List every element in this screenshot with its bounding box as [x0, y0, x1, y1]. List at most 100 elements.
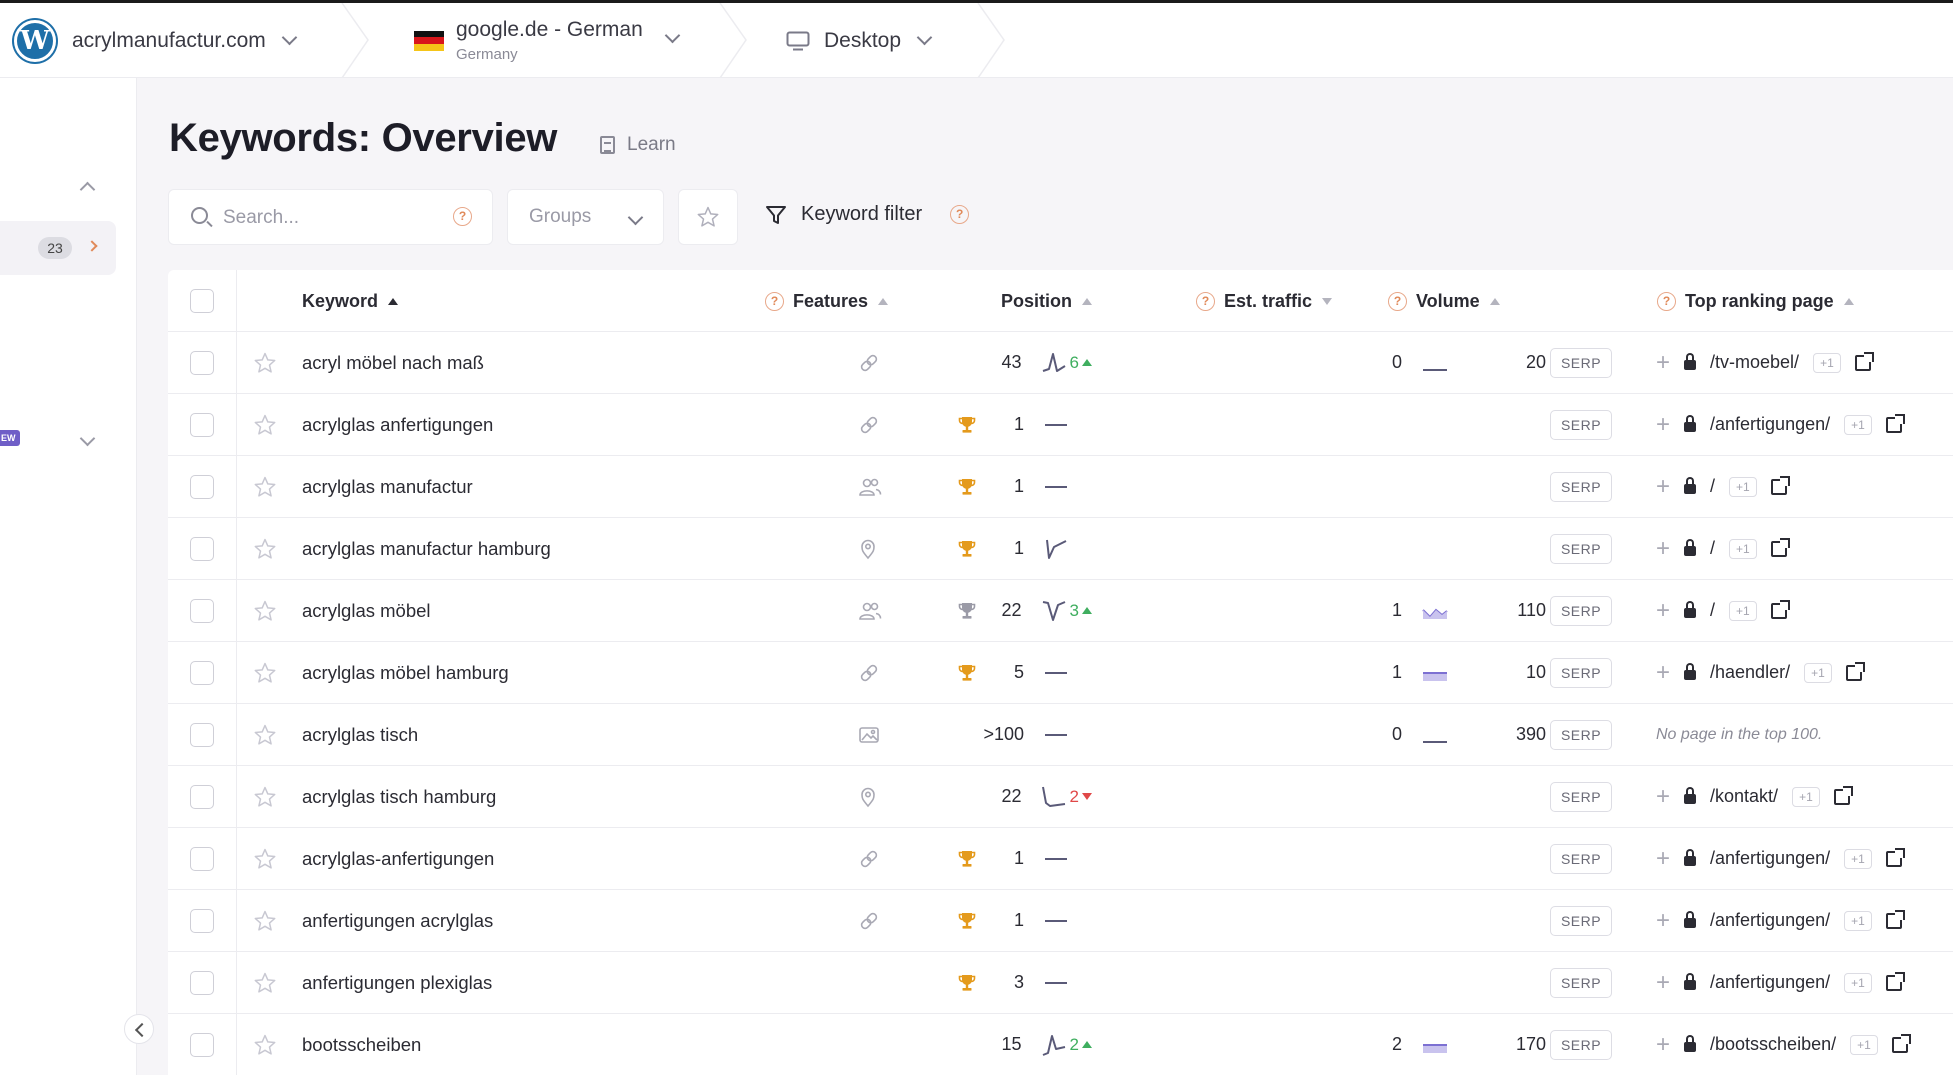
serp-button[interactable]: SERP — [1550, 905, 1612, 936]
plus-one-badge[interactable]: +1 — [1850, 1034, 1878, 1055]
favorite-star-icon[interactable] — [253, 580, 277, 641]
serp-button[interactable]: SERP — [1550, 471, 1612, 502]
keyword-text[interactable]: acrylglas manufactur — [302, 456, 473, 517]
row-checkbox[interactable] — [190, 599, 214, 623]
plus-icon[interactable]: + — [1656, 659, 1670, 687]
plus-one-badge[interactable]: +1 — [1813, 352, 1841, 373]
table-row[interactable]: anfertigungen acrylglas 1 SERP + /anfertigun… — [168, 890, 1953, 952]
keyword-text[interactable]: anfertigungen acrylglas — [302, 890, 493, 951]
external-link-icon[interactable] — [1833, 785, 1853, 805]
external-link-icon[interactable] — [1885, 413, 1905, 433]
plus-icon[interactable]: + — [1656, 411, 1670, 439]
keyword-text[interactable]: acryl möbel nach maß — [302, 332, 484, 393]
favorite-star-icon[interactable] — [253, 890, 277, 951]
header-volume[interactable]: ? Volume — [1388, 270, 1500, 332]
row-checkbox[interactable] — [190, 661, 214, 685]
serp-button[interactable]: SERP — [1550, 409, 1612, 440]
header-features[interactable]: ? Features — [765, 270, 889, 332]
row-checkbox[interactable] — [190, 1033, 214, 1057]
external-link-icon[interactable] — [1854, 351, 1874, 371]
top-page-url[interactable]: /tv-moebel/ — [1710, 352, 1799, 373]
serp-button[interactable]: SERP — [1550, 533, 1612, 564]
top-page-url[interactable]: / — [1710, 600, 1715, 621]
external-link-icon[interactable] — [1770, 599, 1790, 619]
row-checkbox[interactable] — [190, 847, 214, 871]
keyword-text[interactable]: acrylglas anfertigungen — [302, 394, 493, 455]
external-link-icon[interactable] — [1885, 847, 1905, 867]
favorite-star-icon[interactable] — [253, 704, 277, 765]
favorite-star-icon[interactable] — [253, 332, 277, 393]
top-page-url[interactable]: /anfertigungen/ — [1710, 414, 1830, 435]
help-icon[interactable]: ? — [1388, 291, 1407, 311]
table-row[interactable]: acrylglas tisch >100 0 390 SERP No page in th… — [168, 704, 1953, 766]
help-icon[interactable]: ? — [765, 291, 784, 311]
top-page-url[interactable]: / — [1710, 538, 1715, 559]
plus-one-badge[interactable]: +1 — [1729, 476, 1757, 497]
favorite-star-icon[interactable] — [253, 394, 277, 455]
table-row[interactable]: acrylglas manufactur hamburg 1 SERP + / +1 — [168, 518, 1953, 580]
top-page-url[interactable]: /bootsscheiben/ — [1710, 1034, 1836, 1055]
row-checkbox[interactable] — [190, 537, 214, 561]
chevron-down-icon[interactable] — [79, 430, 96, 447]
site-selector[interactable]: W acrylmanufactur.com — [14, 3, 298, 78]
help-icon[interactable]: ? — [950, 205, 970, 224]
favorite-star-icon[interactable] — [253, 952, 277, 1013]
external-link-icon[interactable] — [1845, 661, 1865, 681]
keyword-text[interactable]: bootsscheiben — [302, 1014, 421, 1075]
favorite-star-icon[interactable] — [253, 518, 277, 579]
keyword-filter-button[interactable]: Keyword filter ? — [765, 203, 970, 226]
serp-button[interactable]: SERP — [1550, 967, 1612, 998]
plus-one-badge[interactable]: +1 — [1844, 414, 1872, 435]
serp-button[interactable]: SERP — [1550, 843, 1612, 874]
serp-button[interactable]: SERP — [1550, 657, 1612, 688]
header-position[interactable]: Position — [1001, 270, 1092, 332]
top-page-url[interactable]: /haendler/ — [1710, 662, 1790, 683]
device-selector[interactable]: Desktop — [786, 3, 933, 78]
engine-selector[interactable]: google.de - German Germany — [414, 3, 681, 78]
keyword-text[interactable]: anfertigungen plexiglas — [302, 952, 492, 1013]
plus-icon[interactable]: + — [1656, 845, 1670, 873]
plus-icon[interactable]: + — [1656, 783, 1670, 811]
favorite-star-icon[interactable] — [253, 766, 277, 827]
keyword-text[interactable]: acrylglas manufactur hamburg — [302, 518, 551, 579]
top-page-url[interactable]: /anfertigungen/ — [1710, 972, 1830, 993]
favorite-star-icon[interactable] — [253, 1014, 277, 1075]
row-checkbox[interactable] — [190, 413, 214, 437]
learn-link[interactable]: Learn — [600, 134, 676, 156]
table-row[interactable]: acrylglas möbel 22 3 1 110 SERP + / +1 — [168, 580, 1953, 642]
row-checkbox[interactable] — [190, 475, 214, 499]
plus-one-badge[interactable]: +1 — [1804, 662, 1832, 683]
help-icon[interactable]: ? — [1657, 291, 1676, 311]
select-all-checkbox[interactable] — [190, 289, 214, 313]
keyword-text[interactable]: acrylglas möbel — [302, 580, 431, 641]
table-row[interactable]: acrylglas manufactur 1 SERP + / +1 — [168, 456, 1953, 518]
top-page-url[interactable]: / — [1710, 476, 1715, 497]
header-traffic[interactable]: ? Est. traffic — [1196, 270, 1333, 332]
external-link-icon[interactable] — [1770, 537, 1790, 557]
help-icon[interactable]: ? — [1196, 291, 1215, 311]
favorite-star-icon[interactable] — [253, 456, 277, 517]
serp-button[interactable]: SERP — [1550, 595, 1612, 626]
keyword-text[interactable]: acrylglas tisch — [302, 704, 418, 765]
top-page-url[interactable]: /kontakt/ — [1710, 786, 1778, 807]
keyword-text[interactable]: acrylglas-anfertigungen — [302, 828, 494, 889]
keyword-text[interactable]: acrylglas möbel hamburg — [302, 642, 509, 703]
serp-button[interactable]: SERP — [1550, 1029, 1612, 1060]
table-row[interactable]: anfertigungen plexiglas 3 SERP + /anfertigun… — [168, 952, 1953, 1014]
serp-button[interactable]: SERP — [1550, 347, 1612, 378]
row-checkbox[interactable] — [190, 785, 214, 809]
external-link-icon[interactable] — [1891, 1033, 1911, 1053]
plus-icon[interactable]: + — [1656, 349, 1670, 377]
external-link-icon[interactable] — [1885, 971, 1905, 991]
collapse-sidebar-button[interactable] — [124, 1014, 154, 1044]
plus-icon[interactable]: + — [1656, 907, 1670, 935]
row-checkbox[interactable] — [190, 971, 214, 995]
top-page-url[interactable]: /anfertigungen/ — [1710, 848, 1830, 869]
external-link-icon[interactable] — [1770, 475, 1790, 495]
row-checkbox[interactable] — [190, 909, 214, 933]
row-checkbox[interactable] — [190, 351, 214, 375]
plus-one-badge[interactable]: +1 — [1844, 848, 1872, 869]
plus-icon[interactable]: + — [1656, 473, 1670, 501]
header-keyword[interactable]: Keyword — [302, 270, 399, 332]
plus-icon[interactable]: + — [1656, 597, 1670, 625]
